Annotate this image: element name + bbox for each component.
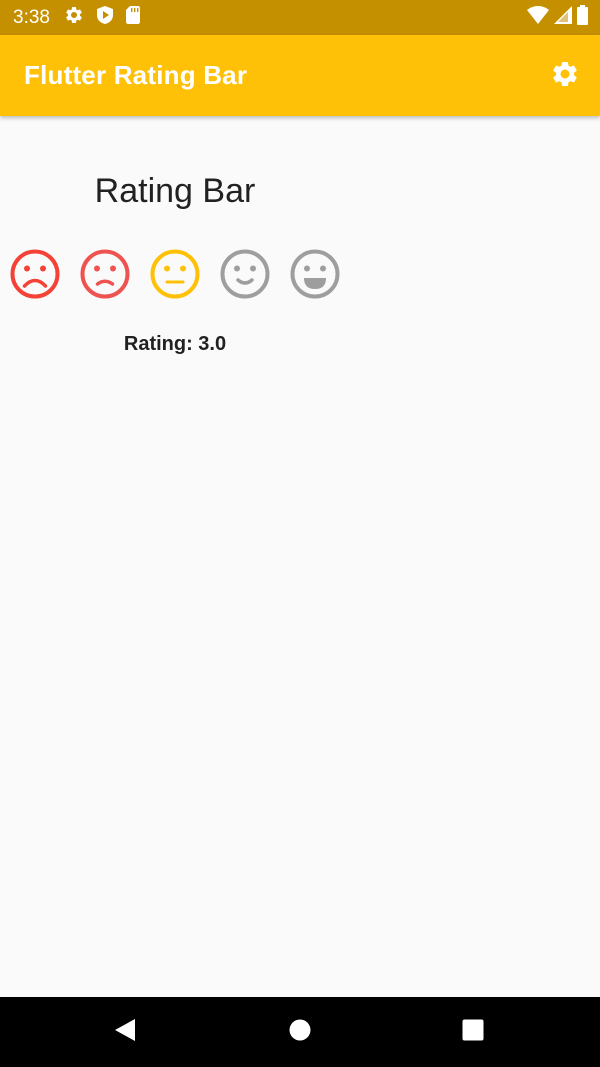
home-icon[interactable] (289, 1019, 311, 1046)
rating-value-label: Rating: 3.0 (123, 333, 227, 355)
gear-icon (64, 5, 84, 30)
navigation-bar (0, 997, 600, 1067)
status-time: 3:38 (13, 6, 50, 28)
status-bar: 3:38 (0, 0, 600, 35)
home-button[interactable] (275, 997, 325, 1067)
wifi-icon (527, 6, 549, 29)
app-title: Flutter Rating Bar (24, 60, 248, 90)
shield-play-icon (96, 5, 114, 30)
very-satisfied-face-icon[interactable] (290, 249, 340, 299)
sd-card-icon (125, 6, 140, 29)
satisfied-face-icon[interactable] (220, 249, 270, 299)
very-dissatisfied-face-icon[interactable] (10, 249, 60, 299)
back-icon[interactable] (114, 1018, 136, 1047)
neutral-face-icon[interactable] (150, 249, 200, 299)
recents-button[interactable] (448, 997, 498, 1067)
page-heading: Rating Bar (94, 172, 256, 210)
settings-icon[interactable] (550, 59, 580, 94)
rating-bar[interactable] (10, 249, 340, 301)
battery-icon (577, 5, 588, 30)
settings-button[interactable] (548, 59, 582, 93)
app-bar: Flutter Rating Bar (0, 35, 600, 116)
recents-icon[interactable] (462, 1019, 484, 1046)
back-button[interactable] (100, 997, 150, 1067)
cell-signal-icon (554, 6, 572, 29)
dissatisfied-face-icon[interactable] (80, 249, 130, 299)
